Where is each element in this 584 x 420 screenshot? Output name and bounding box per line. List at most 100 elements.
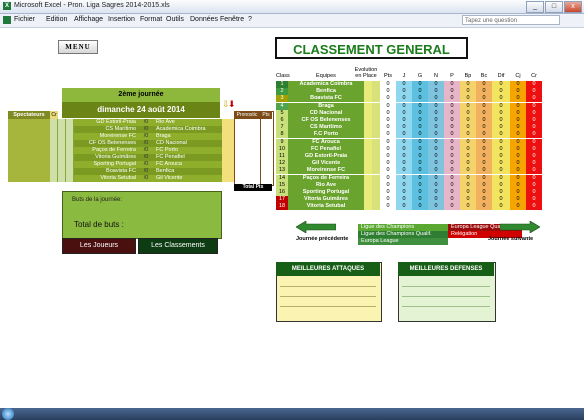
next-round-label[interactable]: Journée suivante <box>488 236 548 244</box>
pr-cell[interactable] <box>228 168 234 175</box>
place-cell <box>372 160 380 168</box>
standings-button[interactable]: Les Classements <box>138 238 218 254</box>
menu-affichage[interactable]: Affichage <box>74 16 103 23</box>
stat-p: 0 <box>444 124 460 132</box>
prono-cell-2[interactable] <box>66 168 74 175</box>
prono-cell-x[interactable] <box>58 140 66 147</box>
stat-cr: 0 <box>526 153 542 160</box>
stat-n: 0 <box>428 131 444 139</box>
spectators-cell[interactable] <box>8 175 50 182</box>
stat-bp: 0 <box>460 131 476 139</box>
menu-format[interactable]: Format <box>140 16 162 23</box>
prono-cell-x[interactable] <box>58 126 66 133</box>
menu-outils[interactable]: Outils <box>166 16 184 23</box>
help-search-input[interactable]: Tapez une question <box>462 15 560 25</box>
place-cell <box>372 109 380 117</box>
prono-cell-x[interactable] <box>58 119 66 126</box>
position-cell: 8 <box>276 131 288 139</box>
stat-bc: 0 <box>476 145 492 153</box>
place-cell <box>372 189 380 196</box>
stat-n: 0 <box>428 196 444 204</box>
menu-fenetre[interactable]: Fenêtre <box>220 16 244 23</box>
start-button[interactable] <box>2 408 14 420</box>
prono-cell-x[interactable] <box>58 147 66 154</box>
evolution-cell <box>364 153 372 160</box>
stat-cj: 0 <box>510 153 526 160</box>
stat-bc: 0 <box>476 102 492 110</box>
previous-round-arrow-icon[interactable] <box>296 221 336 233</box>
prono-cell-2[interactable] <box>66 161 74 168</box>
prono-cell-1[interactable] <box>50 126 58 133</box>
menu-button[interactable]: MENU <box>58 40 98 54</box>
pr-cell[interactable] <box>228 154 234 161</box>
stat-p: 0 <box>444 131 460 139</box>
prono-cell-x[interactable] <box>58 175 66 182</box>
stat-n: 0 <box>428 174 444 182</box>
prono-cell-1[interactable] <box>50 140 58 147</box>
workbook-icon[interactable] <box>3 16 11 24</box>
prono-cell-1[interactable] <box>50 168 58 175</box>
prono-cell-2[interactable] <box>66 126 74 133</box>
team-name: CD Nacional <box>288 109 364 117</box>
pr-cell[interactable] <box>228 161 234 168</box>
spectators-cell[interactable] <box>8 140 50 147</box>
col-pts-header: Pts <box>384 73 392 79</box>
spectators-cell[interactable] <box>8 147 50 154</box>
spectators-cell[interactable] <box>8 154 50 161</box>
menu-fichier[interactable]: Fichier <box>14 16 35 23</box>
stat-bc: 0 <box>476 131 492 139</box>
prono-cell-2[interactable] <box>66 154 74 161</box>
stat-g: 0 <box>412 88 428 96</box>
previous-round-label[interactable]: Journée précédente <box>296 236 356 244</box>
prono-cell-x[interactable] <box>58 133 66 140</box>
menu-help[interactable]: ? <box>248 16 252 23</box>
prono-cell-2[interactable] <box>66 140 74 147</box>
team-name: Vitoria Setubal <box>288 203 364 211</box>
away-team: FC Arouca <box>156 161 182 167</box>
close-button[interactable]: x <box>564 1 582 13</box>
prono-cell-2[interactable] <box>66 133 74 140</box>
spectators-cell[interactable] <box>8 119 50 126</box>
pr-cell[interactable] <box>228 140 234 147</box>
minimize-button[interactable]: _ <box>526 1 544 13</box>
match-row: Paços de Ferreira/0 FC Porto <box>8 147 234 154</box>
prono-cell-2[interactable] <box>66 147 74 154</box>
match-row: Vitoria Setubal/0 Gil Vicente <box>8 175 234 182</box>
stat-j: 0 <box>396 196 412 204</box>
next-round-arrow-icon[interactable] <box>500 221 540 233</box>
away-team: FC Porto <box>156 147 179 153</box>
col-j-header: J <box>402 73 406 79</box>
spectators-cell[interactable] <box>8 168 50 175</box>
col-team-header: Equipes <box>316 73 336 79</box>
menu-edition[interactable]: Edition <box>46 16 67 23</box>
menu-donnees[interactable]: Données <box>190 16 218 23</box>
prono-cell-x[interactable] <box>58 154 66 161</box>
prono-cell-1[interactable] <box>50 133 58 140</box>
pr-cell[interactable] <box>228 147 234 154</box>
prono-cell-1[interactable] <box>50 161 58 168</box>
stat-pts: 0 <box>380 203 397 211</box>
prono-cell-1[interactable] <box>50 154 58 161</box>
stat-pts: 0 <box>380 81 397 88</box>
prono-cell-2[interactable] <box>66 175 74 182</box>
prono-cell-2[interactable] <box>66 119 74 126</box>
spectators-cell[interactable] <box>8 126 50 133</box>
pr-cell[interactable] <box>228 175 234 182</box>
evolution-cell <box>364 174 372 182</box>
maximize-button[interactable]: □ <box>545 1 563 13</box>
home-team: Sporting Portugal <box>93 161 137 167</box>
prono-cell-x[interactable] <box>58 168 66 175</box>
prono-cell-x[interactable] <box>58 161 66 168</box>
prono-cell-1[interactable] <box>50 119 58 126</box>
spectators-cell[interactable] <box>8 133 50 140</box>
spectators-cell[interactable] <box>8 161 50 168</box>
pr-cell[interactable] <box>228 133 234 140</box>
stat-bc: 0 <box>476 160 492 168</box>
prono-cell-1[interactable] <box>50 175 58 182</box>
team-name: Academica Coimbra <box>288 81 364 88</box>
players-button[interactable]: Les Joueurs <box>62 238 136 254</box>
menu-insertion[interactable]: Insertion <box>108 16 135 23</box>
prono-cell-1[interactable] <box>50 147 58 154</box>
pr-cell[interactable] <box>228 119 234 126</box>
pr-cell[interactable] <box>228 126 234 133</box>
